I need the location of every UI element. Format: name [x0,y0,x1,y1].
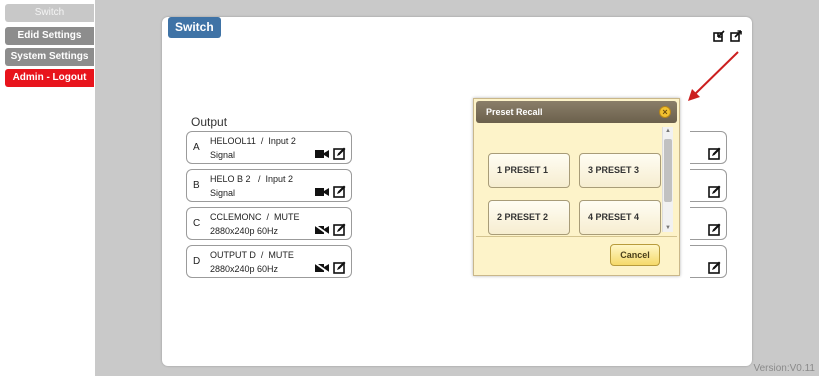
output-letter: A [193,142,200,153]
input-row-2[interactable] [690,169,727,202]
edit-icon[interactable] [333,223,346,236]
edit-icon[interactable] [708,223,721,236]
output-letter: C [193,218,201,229]
output-status: Signal [210,150,236,160]
edit-icon[interactable] [708,261,721,274]
edit-icon[interactable] [708,147,721,160]
output-name: OUTPUT D / MUTE [210,250,294,260]
panel-tab-switch: Switch [168,17,221,38]
dialog-title-text: Preset Recall [486,107,543,117]
output-row-a[interactable]: A HELOOL11 / Input 2 Signal [186,131,352,164]
scroll-down-icon[interactable]: ▼ [665,225,671,231]
output-status: 2880x240p 60Hz [210,226,279,236]
input-row-3[interactable] [690,207,727,240]
edit-icon[interactable] [333,261,346,274]
output-name: HELO B 2 / Input 2 [210,174,294,184]
nav-system-settings[interactable]: System Settings [5,48,94,66]
dialog-divider [476,236,677,237]
output-letter: B [193,180,200,191]
export-icon[interactable] [730,30,742,42]
video-muted-icon[interactable] [315,263,329,273]
video-camera-icon[interactable] [315,187,329,197]
scroll-up-icon[interactable]: ▲ [665,128,671,134]
nav-admin-logout[interactable]: Admin - Logout [5,69,94,87]
nav-edid-settings[interactable]: Edid Settings [5,27,94,45]
preset-2-button[interactable]: 2 PRESET 2 [488,200,570,235]
output-label: Output [191,115,228,129]
preset-recall-dialog: Preset Recall × 1 PRESET 1 3 PRESET 3 2 … [473,98,680,276]
preset-1-button[interactable]: 1 PRESET 1 [488,153,570,188]
input-row-1[interactable] [690,131,727,164]
panel-icons [713,30,742,42]
output-row-d[interactable]: D OUTPUT D / MUTE 2880x240p 60Hz [186,245,352,278]
dialog-title: Preset Recall × [476,101,677,123]
preset-scrollbar[interactable]: ▲ ▼ [662,127,673,232]
nav-switch[interactable]: Switch [5,4,94,22]
edit-icon[interactable] [708,185,721,198]
output-status: 2880x240p 60Hz [210,264,279,274]
scroll-thumb[interactable] [664,139,672,202]
output-row-c[interactable]: C CCLEMONC / MUTE 2880x240p 60Hz [186,207,352,240]
output-name: CCLEMONC / MUTE [210,212,300,222]
output-status: Signal [210,188,236,198]
edit-icon[interactable] [333,185,346,198]
version-label: Version:V0.11 [753,363,815,374]
close-icon[interactable]: × [659,106,671,118]
edit-icon[interactable] [333,147,346,160]
left-nav: Switch Edid Settings System Settings Adm… [0,0,95,376]
output-row-b[interactable]: B HELO B 2 / Input 2 Signal [186,169,352,202]
output-name: HELOOL11 / Input 2 [210,136,296,146]
video-camera-icon[interactable] [315,149,329,159]
output-letter: D [193,256,201,267]
cancel-button[interactable]: Cancel [610,244,660,266]
preset-list: 1 PRESET 1 3 PRESET 3 2 PRESET 2 4 PRESE… [476,127,677,235]
preset-3-button[interactable]: 3 PRESET 3 [579,153,661,188]
video-muted-icon[interactable] [315,225,329,235]
input-row-4[interactable] [690,245,727,278]
import-icon[interactable] [713,30,725,42]
preset-4-button[interactable]: 4 PRESET 4 [579,200,661,235]
